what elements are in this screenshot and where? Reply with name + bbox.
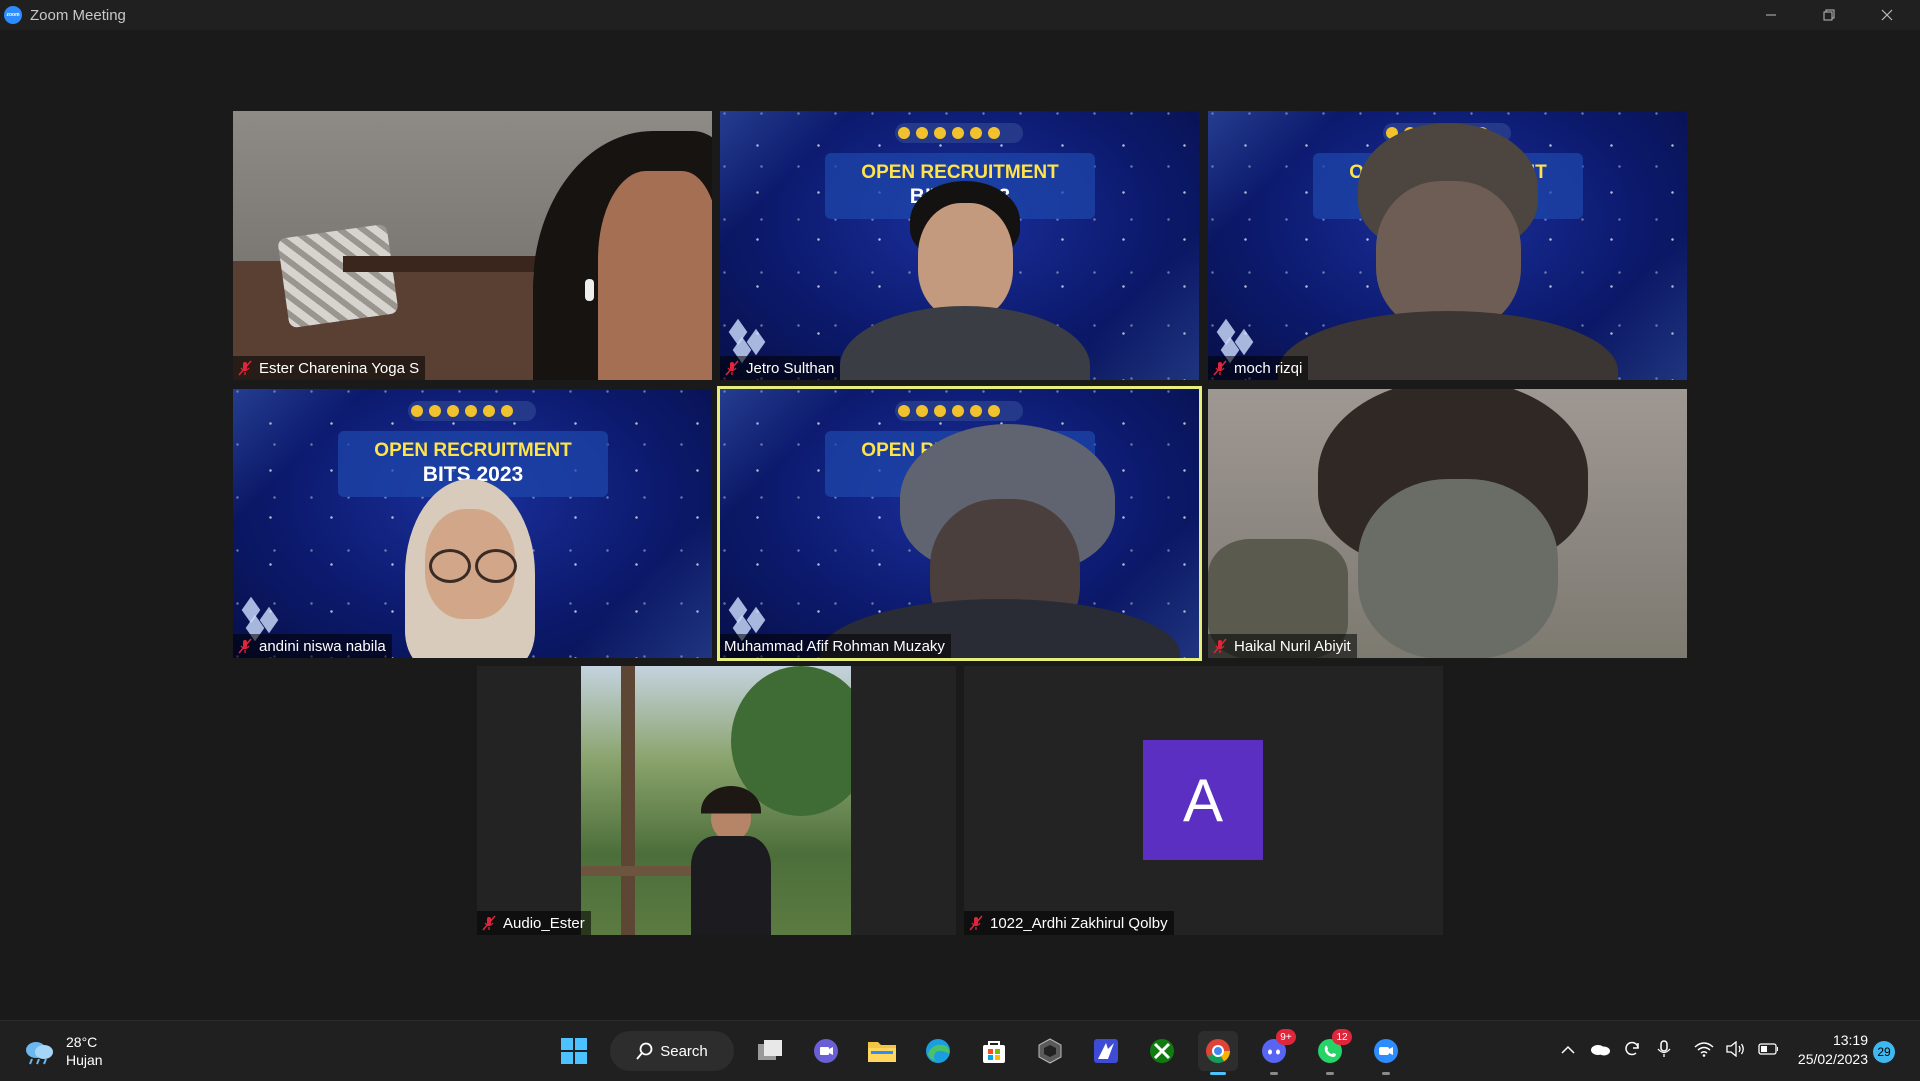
restore-button[interactable] [1806, 0, 1852, 30]
video-chat-icon [814, 1039, 838, 1063]
participant-tile[interactable]: A 1022_Ardhi Zakhirul Qolby [964, 666, 1443, 935]
mic-muted-icon [237, 638, 253, 654]
mic-muted-icon [1212, 360, 1228, 376]
unity-button[interactable] [1030, 1031, 1070, 1071]
wifi-icon[interactable] [1694, 1039, 1714, 1059]
zoom-logo-icon: zoom [4, 6, 22, 24]
minimize-icon [1766, 14, 1776, 16]
restore-icon [1823, 9, 1835, 21]
sponsor-logos [895, 401, 1023, 421]
onedrive-cloud-icon[interactable] [1590, 1039, 1610, 1059]
discord-button[interactable]: 9+ [1254, 1029, 1296, 1075]
weather-temperature: 28°C [66, 1034, 98, 1050]
zoom-icon [1374, 1039, 1398, 1063]
participant-photo [581, 666, 851, 935]
xbox-button[interactable] [1142, 1031, 1182, 1071]
battery-icon[interactable] [1758, 1039, 1778, 1059]
notification-count-badge[interactable]: 29 [1873, 1041, 1895, 1063]
windows-taskbar: 28°C Hujan Search 9+ 12 13:19 25/02/2023… [0, 1020, 1920, 1081]
participant-tile[interactable]: Audio_Ester [477, 666, 956, 935]
studio-app-icon [1094, 1039, 1118, 1063]
meet-button[interactable] [806, 1031, 846, 1071]
participant-name-label: Muhammad Afif Rohman Muzaky [720, 634, 951, 658]
gallery-view: Ester Charenina Yoga S OPEN RECRUITMENTB… [0, 30, 1920, 1020]
participant-name-label: moch rizqi [1208, 356, 1309, 380]
sponsor-logos [408, 401, 536, 421]
xbox-icon [1150, 1039, 1174, 1063]
participant-tile[interactable]: Haikal Nuril Abiyit [1208, 389, 1687, 658]
mic-muted-icon [968, 915, 984, 931]
participant-tile[interactable]: OPEN RECRUITMENT BITS 2023 andini niswa n… [233, 389, 712, 658]
rain-cloud-icon [22, 1038, 56, 1065]
participant-tile[interactable]: OPEN RECRUITMENTBITS 2023 Jetro Sulthan [720, 111, 1199, 380]
participant-name-label: andini niswa nabila [233, 634, 392, 658]
microphone-icon[interactable] [1654, 1039, 1674, 1059]
participant-name-label: Audio_Ester [477, 911, 591, 935]
notification-badge: 9+ [1276, 1029, 1296, 1045]
chrome-button[interactable] [1198, 1031, 1238, 1075]
sync-icon[interactable] [1622, 1039, 1642, 1059]
folder-icon [868, 1042, 896, 1062]
mic-muted-icon [724, 360, 740, 376]
participant-name-label: 1022_Ardhi Zakhirul Qolby [964, 911, 1174, 935]
weather-widget[interactable]: 28°C Hujan [22, 1033, 103, 1069]
whatsapp-button[interactable]: 12 [1310, 1029, 1352, 1075]
window-title: Zoom Meeting [30, 6, 126, 24]
store-button[interactable] [974, 1031, 1014, 1071]
taskbar-clock[interactable]: 13:19 25/02/2023 [1782, 1031, 1868, 1069]
show-hidden-icons-chevron-icon[interactable] [1558, 1039, 1578, 1059]
taskbar-search-button[interactable]: Search [610, 1031, 734, 1071]
participant-tile[interactable]: Ester Charenina Yoga S [233, 111, 712, 380]
start-button[interactable] [554, 1031, 594, 1071]
task-view-icon [758, 1040, 782, 1060]
participant-avatar: A [1143, 740, 1263, 860]
mic-muted-icon [237, 360, 253, 376]
chrome-icon [1206, 1039, 1230, 1064]
sponsor-logos [895, 123, 1023, 143]
close-button[interactable] [1864, 0, 1910, 30]
participant-tile[interactable]: OPEN RECRUITMENTBITS 2023 moch rizqi [1208, 111, 1687, 380]
windows-start-icon [561, 1038, 587, 1064]
participant-name-label: Ester Charenina Yoga S [233, 356, 426, 380]
window-titlebar: zoom Zoom Meeting [0, 0, 1920, 30]
participant-name-label: Jetro Sulthan [720, 356, 841, 380]
studio-button[interactable] [1086, 1031, 1126, 1071]
zoom-button[interactable] [1366, 1031, 1406, 1075]
search-icon [636, 1042, 653, 1060]
clock-date: 25/02/2023 [1797, 1051, 1868, 1067]
close-icon [1881, 9, 1893, 21]
mic-muted-icon [1212, 638, 1228, 654]
store-bag-icon [983, 1041, 1005, 1063]
volume-icon[interactable] [1726, 1039, 1746, 1059]
edge-button[interactable] [918, 1031, 958, 1071]
system-tray [1552, 1039, 1784, 1059]
participant-tile-active-speaker[interactable]: OPEN RECRUITMENTBITS 2023 Muhammad Afif … [717, 386, 1202, 661]
file-explorer-button[interactable] [862, 1031, 902, 1071]
clock-time: 13:19 [1832, 1032, 1868, 1048]
task-view-button[interactable] [750, 1031, 790, 1071]
notification-badge: 12 [1332, 1029, 1352, 1045]
weather-condition: Hujan [66, 1052, 103, 1068]
minimize-button[interactable] [1748, 0, 1794, 30]
unity-icon [1038, 1038, 1062, 1064]
edge-browser-icon [926, 1039, 950, 1063]
participant-name-label: Haikal Nuril Abiyit [1208, 634, 1357, 658]
mic-muted-icon [481, 915, 497, 931]
